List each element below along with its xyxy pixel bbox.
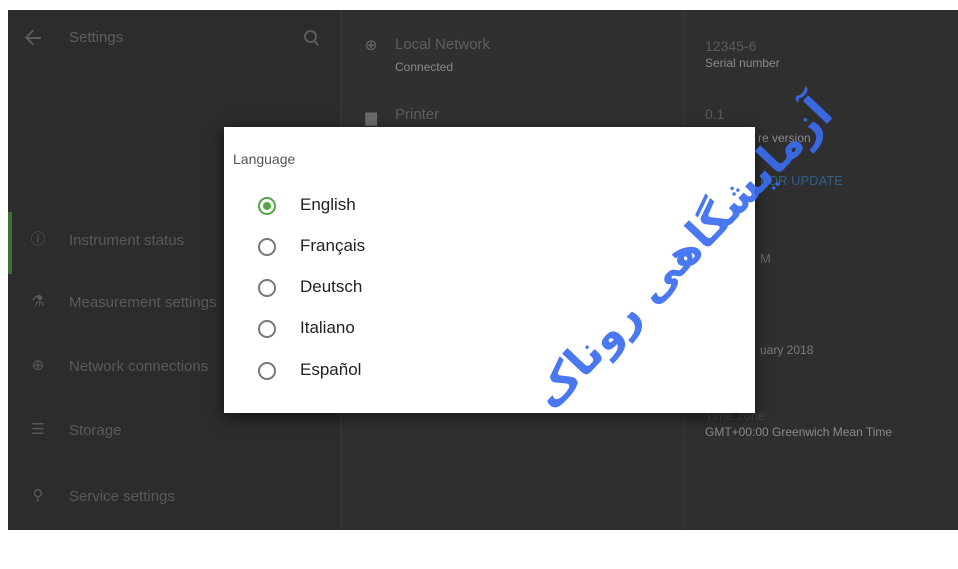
sidebar-item-label: Measurement settings (69, 294, 217, 311)
time-zone-value: GMT+00:00 Greenwich Mean Time (705, 425, 893, 439)
version-value: 0.1 (705, 106, 725, 122)
back-arrow-icon[interactable] (24, 28, 44, 48)
language-option-francais[interactable]: Français (254, 236, 654, 278)
item-title: Printer (395, 106, 440, 123)
item-subtitle: Connected (395, 60, 454, 74)
software-version-row: 0.1 (705, 106, 958, 122)
radio-unchecked-icon[interactable] (258, 279, 276, 297)
search-icon[interactable] (304, 30, 320, 46)
option-label: Deutsch (300, 277, 363, 296)
language-option-italiano[interactable]: Italiano (254, 318, 654, 360)
sidebar-item-label: Service settings (69, 488, 175, 505)
check-for-update-button[interactable]: FOR UPDATE (760, 173, 843, 188)
version-label: re version (758, 131, 811, 145)
option-label: English (300, 195, 356, 214)
language-option-deutsch[interactable]: Deutsch (254, 277, 654, 319)
settings-title: Settings (69, 29, 124, 46)
serial-number-row: 12345-6 Serial number (705, 38, 958, 70)
storage-icon: ☰ (31, 421, 45, 438)
item-title: Local Network (395, 36, 491, 53)
radio-checked-icon[interactable] (258, 197, 276, 215)
flask-icon: ⚗ (31, 293, 45, 310)
radio-unchecked-icon[interactable] (258, 238, 276, 256)
local-network-item[interactable]: ⊕ Local Network Connected (341, 10, 685, 74)
settings-header: Settings (8, 10, 340, 66)
sidebar-item-label: Network connections (69, 358, 209, 375)
serial-number-value: 12345-6 (705, 38, 757, 54)
globe-icon: ⊕ (364, 37, 378, 54)
info-icon: ⓘ (30, 231, 46, 248)
option-label: Español (300, 360, 362, 379)
time-value: M (760, 251, 771, 266)
serial-number-label: Serial number (705, 56, 780, 70)
printer-icon: ▆ (365, 109, 377, 126)
sidebar-item-label: Storage (69, 422, 122, 439)
option-label: Italiano (300, 318, 355, 337)
globe-icon: ⊕ (31, 357, 45, 374)
sidebar-item-label: Instrument status (69, 232, 185, 249)
option-label: Français (300, 236, 366, 255)
language-option-english[interactable]: English (254, 195, 654, 237)
sidebar-item-service-settings[interactable]: ⚲ Service settings (8, 468, 340, 524)
language-option-espanol[interactable]: Español (254, 360, 654, 402)
radio-unchecked-icon[interactable] (258, 362, 276, 380)
date-value: uary 2018 (760, 343, 814, 357)
dialog-title: Language (233, 151, 296, 167)
radio-unchecked-icon[interactable] (258, 320, 276, 338)
service-icon: ⚲ (32, 487, 44, 504)
language-dialog: Language English Français Deutsch Italia… (224, 127, 755, 413)
